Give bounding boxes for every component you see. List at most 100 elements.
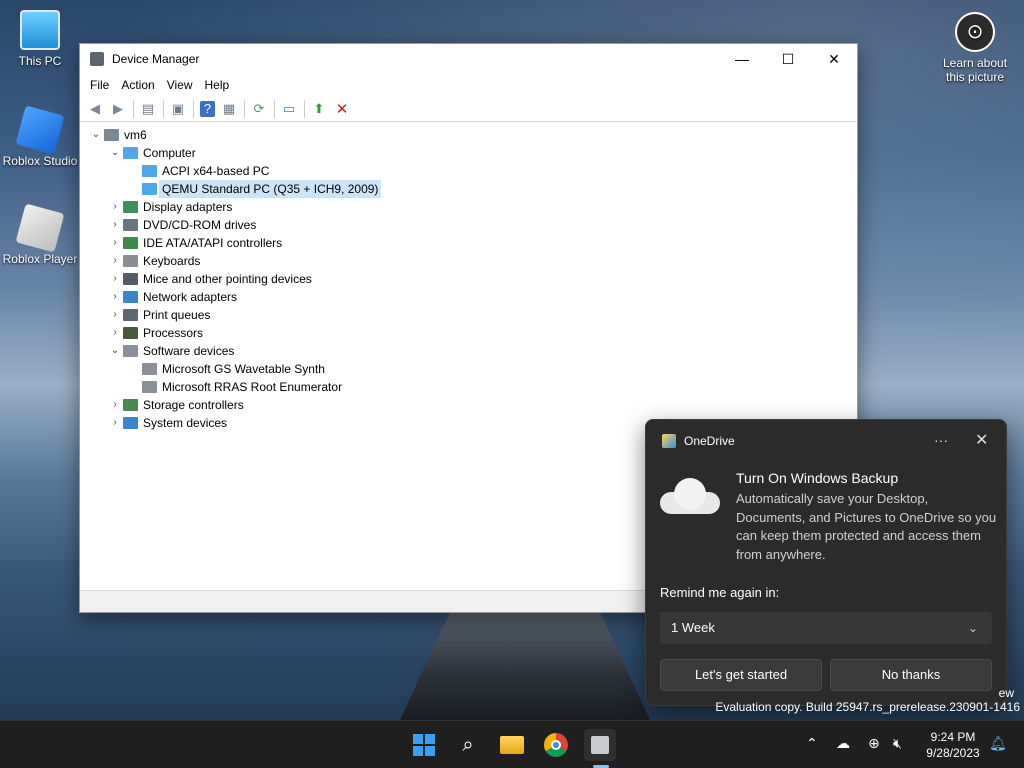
toolbar-separator	[244, 99, 245, 118]
close-notification-icon[interactable]: ✕	[975, 430, 988, 450]
dvd-drive-icon	[123, 219, 138, 231]
tree-node[interactable]: › Display adapters	[80, 198, 857, 216]
clock[interactable]: 9:24 PM 9/28/2023	[918, 729, 988, 761]
maximize-button[interactable]: ☐	[765, 44, 811, 74]
evaluation-watermark: ew Evaluation copy. Build 25947.rs_prere…	[700, 686, 1020, 714]
chevron-down-icon[interactable]: ⌄	[109, 144, 121, 162]
start-button[interactable]	[408, 729, 440, 761]
ide-controller-icon	[123, 237, 138, 249]
onedrive-icon	[662, 434, 676, 448]
chevron-right-icon[interactable]: ›	[109, 414, 121, 432]
notification-heading: Turn On Windows Backup	[736, 470, 899, 486]
this-pc-icon	[20, 10, 60, 50]
chevron-down-icon[interactable]: ⌄	[109, 342, 121, 360]
tree-node[interactable]: › Keyboards	[80, 252, 857, 270]
chevron-right-icon[interactable]: ›	[109, 306, 121, 324]
desktop-icon-this-pc[interactable]: This PC	[0, 10, 80, 68]
tree-node[interactable]: › Print queues	[80, 306, 857, 324]
tree-node-label: Computer	[143, 146, 196, 160]
tree-node[interactable]: Microsoft GS Wavetable Synth	[80, 360, 857, 378]
chevron-right-icon[interactable]: ›	[109, 252, 121, 270]
device-manager-icon	[90, 52, 104, 66]
remind-label: Remind me again in:	[660, 585, 780, 600]
more-options-icon[interactable]: ···	[934, 432, 948, 448]
chevron-down-icon[interactable]: ⌄	[90, 126, 102, 144]
chevron-right-icon[interactable]: ›	[109, 234, 121, 252]
toolbar-separator	[274, 99, 275, 118]
forward-icon[interactable]: ▶	[107, 99, 129, 119]
tree-node[interactable]: › Storage controllers	[80, 396, 857, 414]
keyboard-icon	[123, 255, 138, 267]
tree-node[interactable]: › Mice and other pointing devices	[80, 270, 857, 288]
software-device-icon	[142, 381, 157, 393]
tree-node[interactable]: ⌄ vm6	[80, 126, 857, 144]
menu-file[interactable]: File	[84, 78, 115, 92]
chevron-right-icon[interactable]: ›	[109, 324, 121, 342]
onedrive-tray-icon[interactable]: ☁	[836, 735, 850, 752]
device-manager-taskbar-icon[interactable]	[584, 729, 616, 761]
show-hide-console-tree-icon[interactable]: ▤	[137, 99, 159, 119]
desktop-icon-roblox-studio[interactable]: Roblox Studio	[0, 105, 80, 168]
computer-root-icon	[104, 129, 119, 141]
toolbar-separator	[193, 99, 194, 118]
storage-controller-icon	[123, 399, 138, 411]
learn-about-picture[interactable]: ⊙ Learn about this picture	[935, 12, 1015, 84]
tree-node[interactable]: Microsoft RRAS Root Enumerator	[80, 378, 857, 396]
menu-help[interactable]: Help	[199, 78, 236, 92]
toolbar-separator	[133, 99, 134, 118]
search-icon[interactable]: ⌕	[452, 729, 484, 761]
desktop-icon-roblox-player[interactable]: Roblox Player	[0, 203, 80, 266]
chrome-icon[interactable]	[540, 729, 572, 761]
help-icon[interactable]: ?	[200, 100, 215, 117]
file-explorer-icon[interactable]	[496, 729, 528, 761]
network-icon[interactable]: ⊕	[868, 735, 880, 752]
close-button[interactable]: ✕	[811, 44, 857, 74]
chevron-right-icon[interactable]: ›	[109, 198, 121, 216]
notification-header: OneDrive	[662, 434, 735, 448]
tree-node[interactable]: ⌄ Computer	[80, 144, 857, 162]
tree-node-label: Microsoft GS Wavetable Synth	[162, 362, 325, 376]
tree-node-label: Network adapters	[143, 290, 238, 304]
tree-node[interactable]: › IDE ATA/ATAPI controllers	[80, 234, 857, 252]
chevron-right-icon[interactable]: ›	[109, 216, 121, 234]
printer-icon	[123, 309, 138, 321]
cloud-icon	[660, 478, 720, 516]
learn-line1: Learn about	[942, 56, 1008, 70]
tree-node[interactable]: › DVD/CD-ROM drives	[80, 216, 857, 234]
chevron-right-icon[interactable]: ›	[109, 288, 121, 306]
tree-node[interactable]: › Network adapters	[80, 288, 857, 306]
tree-node[interactable]: ACPI x64-based PC	[80, 162, 857, 180]
tree-node[interactable]: ⌄ Software devices	[80, 342, 857, 360]
remind-select[interactable]: 1 Week ⌄	[660, 612, 992, 644]
chevron-right-icon[interactable]: ›	[109, 396, 121, 414]
windows-logo-icon	[413, 734, 435, 756]
tree-node-label: System devices	[143, 416, 228, 430]
update-driver-icon[interactable]: ⬆	[308, 99, 330, 119]
title-bar[interactable]: Device Manager — ☐ ✕	[80, 44, 857, 74]
minimize-button[interactable]: —	[719, 44, 765, 74]
tree-node-label: DVD/CD-ROM drives	[143, 218, 257, 232]
volume-muted-icon[interactable]: 🔇︎	[893, 735, 902, 752]
camera-icon: ⊙	[955, 12, 995, 52]
tree-node[interactable]: QEMU Standard PC (Q35 + ICH9, 2009)	[80, 180, 857, 198]
tree-node-label: vm6	[124, 128, 147, 142]
toolbar: ◀ ▶ ▤ ▣ ? ▦ ⟳ ▭ ⬆ ✕	[80, 96, 857, 122]
computer-icon[interactable]: ▭	[278, 99, 300, 119]
scan-hardware-icon[interactable]: ⟳	[248, 99, 270, 119]
menu-action[interactable]: Action	[115, 78, 160, 92]
no-thanks-button[interactable]: No thanks	[830, 659, 992, 691]
lets-get-started-button[interactable]: Let's get started	[660, 659, 822, 691]
chevron-right-icon[interactable]: ›	[109, 270, 121, 288]
menu-view[interactable]: View	[161, 78, 199, 92]
notification-bell-icon[interactable]: 🔔︎	[989, 735, 1007, 752]
uninstall-device-icon[interactable]: ✕	[331, 99, 353, 119]
chevron-down-icon: ⌄	[967, 621, 978, 635]
tree-node-label: IDE ATA/ATAPI controllers	[143, 236, 283, 250]
back-icon[interactable]: ◀	[84, 99, 106, 119]
action-pane-icon[interactable]: ▦	[218, 99, 240, 119]
properties-icon[interactable]: ▣	[167, 99, 189, 119]
tree-node[interactable]: › Processors	[80, 324, 857, 342]
onedrive-notification: OneDrive ··· ✕ Turn On Windows Backup Au…	[645, 419, 1007, 706]
chevron-up-icon[interactable]: ⌃	[806, 735, 818, 752]
window-title: Device Manager	[112, 52, 200, 66]
